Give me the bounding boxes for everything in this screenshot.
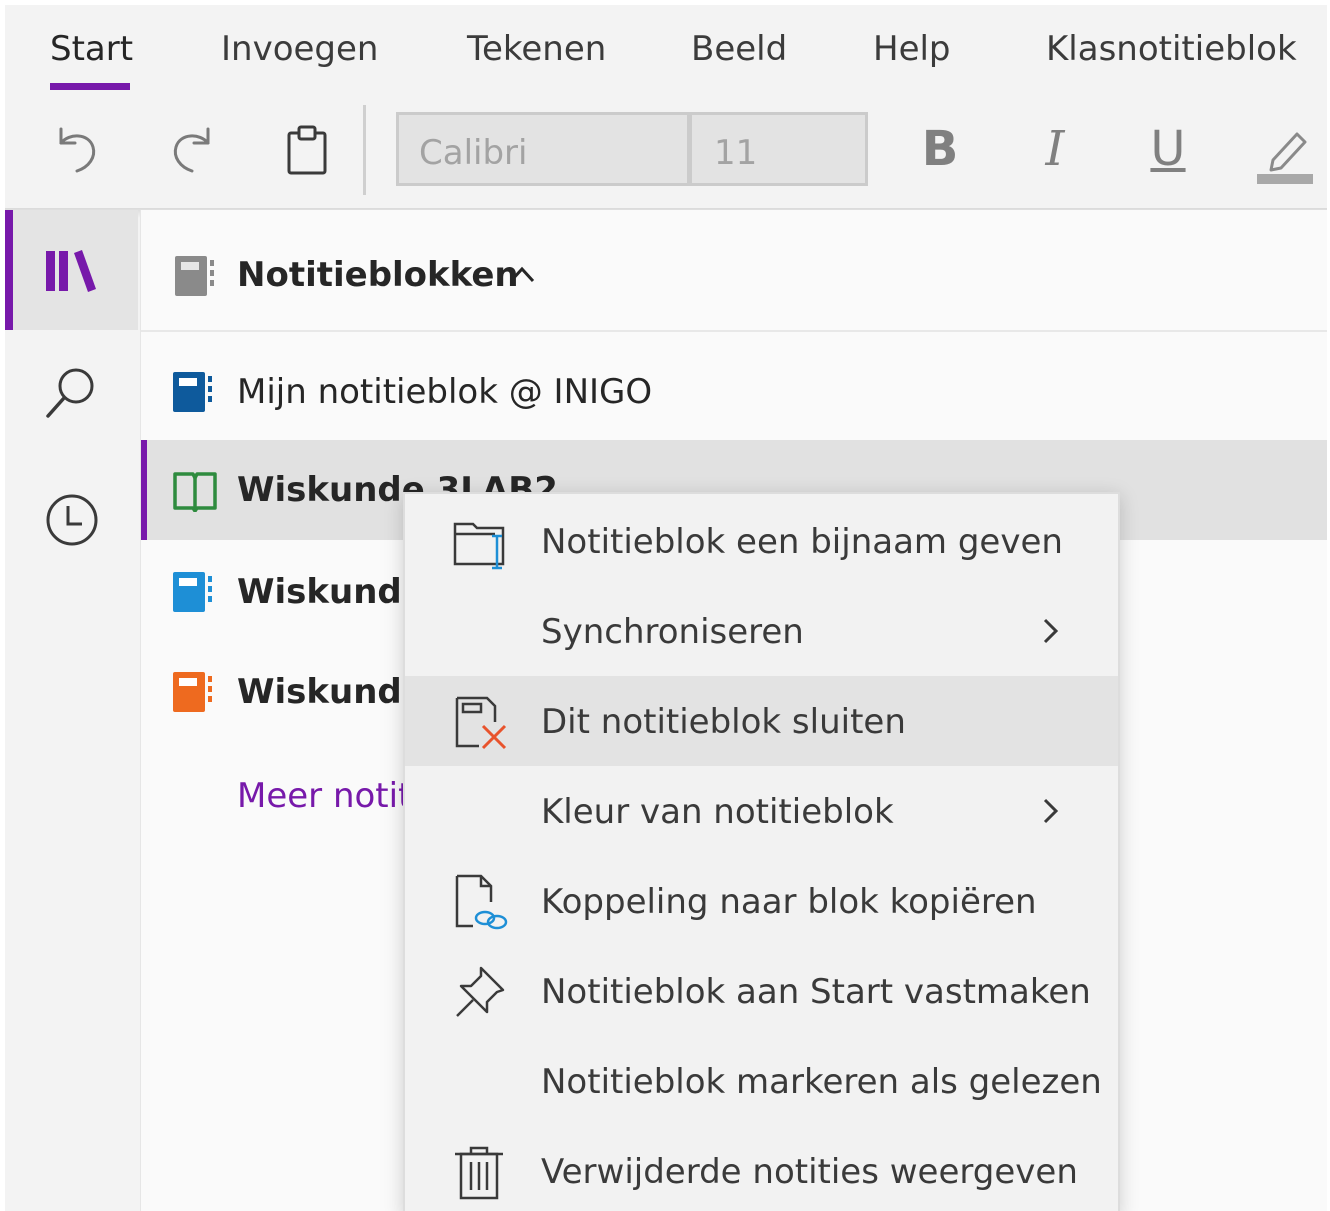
rename-notebook-icon (453, 522, 505, 570)
navigation-rail (5, 210, 138, 1211)
notebook-icon (173, 572, 212, 612)
onenote-window: Start Invoegen Tekenen Beeld Help Klasno… (5, 5, 1327, 1211)
notebook-label: Wiskunde (237, 572, 425, 612)
notebook-label: Wiskunde (237, 672, 425, 712)
tab-beeld[interactable]: Beeld (691, 29, 787, 69)
notebook-header-icon (175, 256, 214, 296)
toolbar-separator (363, 105, 366, 195)
active-tab-indicator (50, 83, 130, 90)
notebook-label: Mijn notitieblok @ INIGO (237, 372, 653, 412)
menu-item-copy-link[interactable]: Koppeling naar blok kopiëren (405, 856, 1118, 946)
tab-invoegen[interactable]: Invoegen (221, 29, 378, 69)
menu-item-sync[interactable]: Synchroniseren (405, 586, 1118, 676)
clipboard-icon (287, 125, 327, 175)
chevron-right-icon (1043, 798, 1059, 824)
more-notebooks-link[interactable]: Meer notit (237, 776, 411, 816)
menu-item-pin-to-start[interactable]: Notitieblok aan Start vastmaken (405, 946, 1118, 1036)
tab-start[interactable]: Start (50, 29, 133, 69)
menu-item-close-notebook[interactable]: Dit notitieblok sluiten (405, 676, 1118, 766)
undo-icon (59, 127, 96, 173)
highlight-button[interactable] (1253, 117, 1317, 187)
copy-link-icon (455, 874, 508, 930)
menu-item-label: Notitieblok markeren als gelezen (541, 1062, 1102, 1102)
open-book-icon (173, 472, 217, 512)
font-size-value: 11 (714, 133, 758, 173)
menu-item-label: Kleur van notitieblok (541, 792, 894, 832)
italic-button[interactable]: I (1025, 117, 1085, 181)
menu-item-label: Notitieblok aan Start vastmaken (541, 972, 1091, 1012)
menu-item-label: Notitieblok een bijnaam geven (541, 522, 1063, 562)
menu-item-rename[interactable]: Notitieblok een bijnaam geven (405, 496, 1118, 586)
font-size-box[interactable]: 11 (689, 112, 868, 186)
trash-icon (455, 1146, 503, 1200)
notebook-icon (173, 672, 212, 712)
font-name-box[interactable]: Calibri (396, 112, 690, 186)
notebook-item-mijn-notitieblok[interactable]: Mijn notitieblok @ INIGO (141, 342, 1327, 442)
rail-active-indicator (5, 210, 13, 330)
menu-item-mark-as-read[interactable]: Notitieblok markeren als gelezen (405, 1036, 1118, 1126)
menu-item-deleted-notes[interactable]: Verwijderde notities weergeven (405, 1126, 1118, 1211)
search-icon (45, 368, 93, 418)
font-name-value: Calibri (419, 133, 528, 173)
ribbon-toolbar: Calibri 11 B I U (5, 97, 1327, 209)
tab-tekenen[interactable]: Tekenen (467, 29, 606, 69)
notebook-icon (173, 372, 212, 412)
notebooks-header[interactable]: Notitieblokken (141, 210, 1327, 332)
pin-icon (456, 966, 505, 1017)
tab-klasnotitieblok[interactable]: Klasnotitieblok (1046, 29, 1297, 69)
underline-button[interactable]: U (1138, 117, 1198, 181)
menu-item-label: Verwijderde notities weergeven (541, 1152, 1078, 1192)
paste-button[interactable] (275, 117, 339, 181)
menu-item-notebook-color[interactable]: Kleur van notitieblok (405, 766, 1118, 856)
undo-button[interactable] (45, 117, 109, 181)
notebooks-library-icon (45, 250, 96, 292)
tab-help[interactable]: Help (873, 29, 951, 69)
notebooks-header-title: Notitieblokken (237, 255, 519, 295)
menu-item-label: Koppeling naar blok kopiëren (541, 882, 1037, 922)
close-notebook-icon (455, 696, 507, 750)
chevron-up-icon[interactable] (507, 263, 537, 287)
selected-notebook-indicator (141, 440, 147, 540)
chevron-right-icon (1043, 618, 1059, 644)
rail-notebooks[interactable] (5, 210, 138, 330)
highlighter-icon (1257, 132, 1313, 184)
ribbon-tabs: Start Invoegen Tekenen Beeld Help Klasno… (5, 5, 1327, 97)
bold-button[interactable]: B (910, 117, 970, 181)
recent-clock-icon (46, 494, 97, 546)
notebook-context-menu: Notitieblok een bijnaam geven Synchronis… (403, 492, 1120, 1211)
rail-recent[interactable] (5, 460, 138, 580)
redo-icon (173, 127, 210, 173)
menu-item-label: Dit notitieblok sluiten (541, 702, 906, 742)
rail-search[interactable] (5, 332, 138, 452)
menu-item-label: Synchroniseren (541, 612, 804, 652)
redo-button[interactable] (160, 117, 224, 181)
